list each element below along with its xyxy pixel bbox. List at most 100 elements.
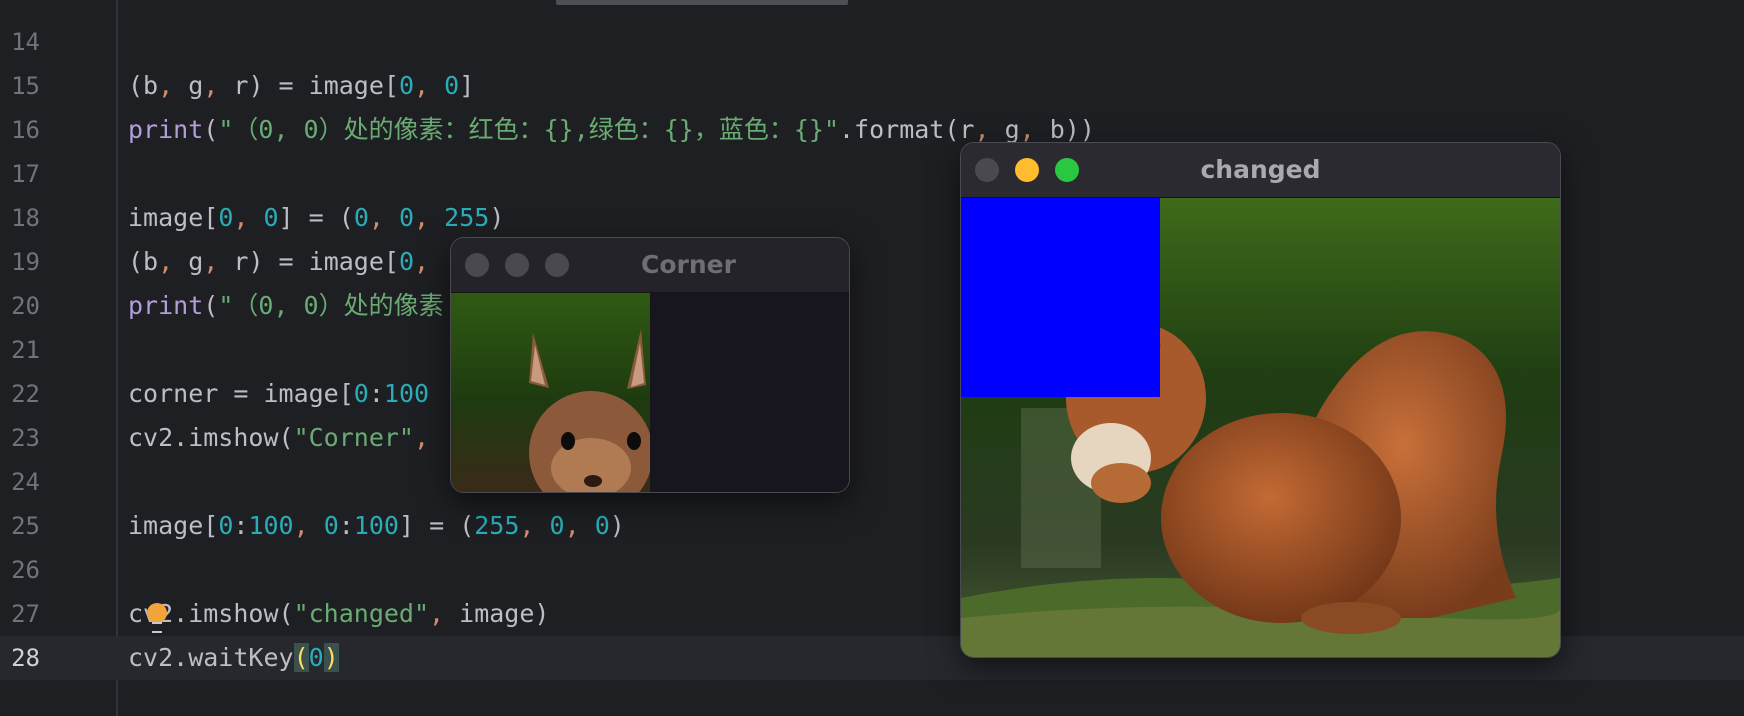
overwritten-blue-region — [961, 198, 1160, 397]
code-text[interactable]: print("（0, 0）处的像素：红色：{},绿色：{}，蓝色：{}".for… — [128, 108, 1095, 152]
changed-title-bar[interactable]: changed — [961, 143, 1560, 198]
line-number: 17 — [11, 160, 40, 188]
code-token: 100 — [353, 511, 399, 540]
code-token: , — [158, 247, 189, 276]
line-number: 27 — [11, 600, 40, 628]
code-token: r) = image[ — [233, 71, 399, 100]
code-token: , — [974, 115, 1005, 144]
code-token: , — [414, 71, 445, 100]
code-token: , — [429, 599, 460, 628]
code-token: ) — [489, 203, 505, 232]
code-token: ( — [203, 115, 219, 144]
code-token: , — [293, 511, 324, 540]
corner-image-area — [451, 293, 849, 492]
code-token: image[ — [128, 203, 219, 232]
code-text[interactable]: corner = image[0:100 — [128, 372, 429, 416]
code-text[interactable]: cv2.imshow("Corner", — [128, 416, 429, 460]
code-token: 0 — [353, 203, 369, 232]
code-token: : — [368, 379, 384, 408]
code-text[interactable]: (b, g, r) = image[0, 0] — [128, 64, 474, 108]
code-token: corner = image[ — [128, 379, 354, 408]
code-token: 0 — [444, 71, 460, 100]
code-token: 100 — [383, 379, 430, 408]
code-token: "Corner" — [293, 423, 414, 452]
minimize-icon[interactable] — [505, 253, 529, 277]
code-token: , — [564, 511, 595, 540]
corner-window[interactable]: Corner — [450, 237, 850, 493]
changed-window-title: changed — [1200, 155, 1321, 184]
code-token: , — [203, 71, 234, 100]
code-text[interactable]: (b, g, r) = image[0, — [128, 240, 429, 284]
code-token: , — [414, 247, 430, 276]
code-token: , — [233, 203, 264, 232]
code-line[interactable]: 15 (b, g, r) = image[0, 0] — [0, 64, 1744, 108]
code-token: ] = ( — [398, 511, 475, 540]
code-token: , — [414, 203, 445, 232]
code-token: (b — [128, 71, 159, 100]
code-token: g — [188, 247, 204, 276]
line-number: 20 — [11, 292, 40, 320]
code-token: 0 — [398, 71, 415, 100]
close-icon[interactable] — [465, 253, 489, 277]
code-token: ( — [293, 643, 309, 672]
code-token: 0 — [353, 379, 369, 408]
code-token: , — [203, 247, 234, 276]
lightbulb-icon[interactable] — [146, 603, 168, 633]
corner-title-bar[interactable]: Corner — [451, 238, 849, 293]
code-token: : — [233, 511, 249, 540]
line-number: 25 — [11, 512, 40, 540]
code-token: 255 — [474, 511, 520, 540]
code-token: 0 — [218, 203, 234, 232]
code-token: g — [188, 71, 204, 100]
squirrel-corner-image — [451, 293, 849, 492]
code-token: image[ — [128, 511, 219, 540]
code-token: 0 — [308, 643, 324, 672]
code-token: 0 — [398, 247, 415, 276]
code-token: 0 — [323, 511, 339, 540]
line-number: 14 — [11, 28, 40, 56]
code-line[interactable]: 14 — [0, 20, 1744, 64]
line-number: 23 — [11, 424, 40, 452]
line-number: 24 — [11, 468, 40, 496]
zoom-icon[interactable] — [545, 253, 569, 277]
line-number: 19 — [11, 248, 40, 276]
line-number: 18 — [11, 204, 40, 232]
code-token: "changed" — [293, 599, 430, 628]
code-token: 0 — [549, 511, 565, 540]
line-number: 16 — [11, 116, 40, 144]
horizontal-scrollbar[interactable] — [556, 0, 848, 5]
code-token: cv2.waitKey — [128, 643, 294, 672]
code-token: (b — [128, 247, 159, 276]
code-text[interactable]: image[0, 0] = (0, 0, 255) — [128, 196, 504, 240]
corner-window-title: Corner — [641, 250, 736, 279]
code-token: print — [128, 291, 204, 320]
code-token: g — [1004, 115, 1020, 144]
code-token: ) — [323, 643, 339, 672]
code-token: , — [368, 203, 399, 232]
code-token: 100 — [248, 511, 294, 540]
code-token: print — [128, 115, 204, 144]
code-token: r) = image[ — [233, 247, 399, 276]
code-token: : — [338, 511, 354, 540]
code-token: 0 — [594, 511, 610, 540]
code-token: .format(r — [839, 115, 975, 144]
code-token: cv2.imshow( — [128, 423, 294, 452]
line-number: 28 — [11, 644, 40, 672]
code-token: , — [158, 71, 189, 100]
code-token: image) — [459, 599, 550, 628]
code-text[interactable]: cv2.waitKey(0) — [128, 636, 339, 680]
code-token: , — [519, 511, 550, 540]
line-number: 15 — [11, 72, 40, 100]
changed-window[interactable]: changed — [960, 142, 1561, 658]
code-token: b)) — [1049, 115, 1095, 144]
line-number: 21 — [11, 336, 40, 364]
code-token: ] = ( — [278, 203, 354, 232]
changed-image-area — [961, 198, 1560, 657]
squirrel-changed-image — [961, 198, 1560, 657]
code-token: "（0, 0）处的像素 — [218, 291, 444, 320]
line-number: 22 — [11, 380, 40, 408]
code-text[interactable]: cv2.imshow("changed", image) — [128, 592, 549, 636]
code-token: 0 — [398, 203, 415, 232]
code-token: 0 — [263, 203, 279, 232]
code-text[interactable]: image[0:100, 0:100] = (255, 0, 0) — [128, 504, 625, 548]
